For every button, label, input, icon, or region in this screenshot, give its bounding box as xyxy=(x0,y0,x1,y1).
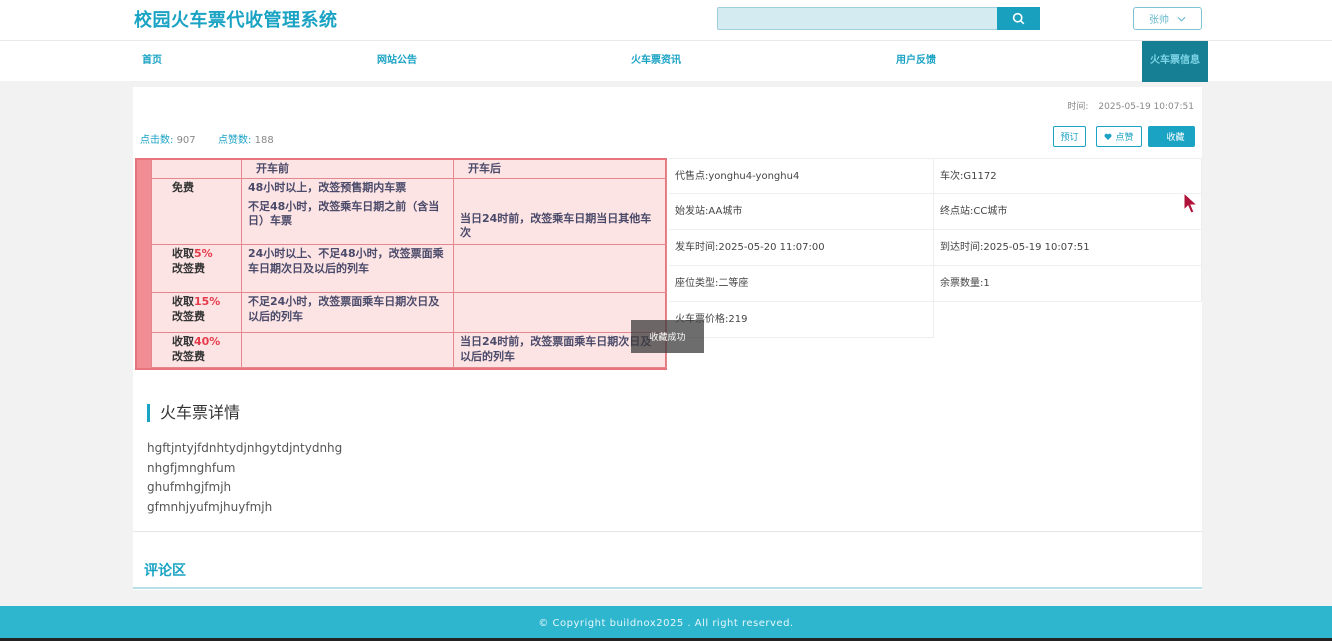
fee-15-label: 收取15% 改签费 xyxy=(151,292,242,334)
detail-line: nhgfjmnghfum xyxy=(147,460,236,475)
likes-value: 188 xyxy=(254,135,274,146)
fee-5-label: 收取5% 改签费 xyxy=(151,244,242,294)
nav-item-feedback[interactable]: 用户反馈 xyxy=(896,41,936,82)
detail-text: hgftjntyjfdnhtydjnhgytdjntydnhg nhgfjmng… xyxy=(147,439,342,517)
search-input[interactable] xyxy=(717,7,1040,30)
divider xyxy=(133,531,1202,532)
search-button[interactable] xyxy=(997,7,1040,30)
time-value: 2025-05-19 10:07:51 xyxy=(1098,102,1194,112)
ticket-image: 开车前 开车后 免费 48小时以上，改签预售期内车票 不足48小时，改签乘车日期… xyxy=(135,158,667,370)
like-label: 点赞 xyxy=(1115,133,1134,143)
book-button[interactable]: 预订 xyxy=(1053,126,1086,147)
mouse-cursor-icon xyxy=(1183,192,1199,214)
detail-line: gfmnhjyufmjhuyfmjh xyxy=(147,499,273,514)
user-menu-button[interactable]: 张帅 xyxy=(1133,7,1202,30)
info-agent: 代售点:yonghu4-yonghu4 xyxy=(669,158,934,194)
detail-line: hgftjntyjfdnhtydjnhgytdjntydnhg xyxy=(147,441,343,455)
main-nav: 首页 网站公告 火车票资讯 用户反馈 火车票信息 xyxy=(0,40,1332,82)
section-title: 火车票详情 xyxy=(147,404,240,422)
publish-time: 时间: 2025-05-19 10:07:51 xyxy=(1067,99,1194,112)
info-train-no: 车次:G1172 xyxy=(934,158,1202,194)
top-header: 校园火车票代收管理系统 张帅 xyxy=(0,0,1332,40)
toast-message: 收藏成功 xyxy=(631,320,704,353)
fee-5-after xyxy=(453,244,667,294)
fee-5-before: 24小时以上、不足48小时，改签票面乘车日期次日及以后的列车 xyxy=(241,244,454,294)
change-fee-table: 开车前 开车后 免费 48小时以上，改签预售期内车票 不足48小时，改签乘车日期… xyxy=(151,160,667,368)
info-to: 终点站:CC城市 xyxy=(934,194,1202,230)
favorite-button[interactable]: 收藏 xyxy=(1148,126,1195,147)
like-button[interactable]: 点赞 xyxy=(1096,126,1142,147)
col-after: 开车后 xyxy=(453,160,667,180)
fee-free-before-2: 不足48小时，改签乘车日期之前（含当日）车票 xyxy=(248,199,440,227)
time-label: 时间: xyxy=(1067,102,1089,112)
info-remaining: 余票数量:1 xyxy=(934,266,1202,302)
nav-item-tickets[interactable]: 火车票信息 xyxy=(1142,41,1208,82)
user-name: 张帅 xyxy=(1149,15,1169,26)
chevron-down-icon xyxy=(1177,16,1186,22)
favorite-label: 收藏 xyxy=(1166,133,1185,143)
nav-item-announcements[interactable]: 网站公告 xyxy=(377,41,417,82)
fee-free-before: 48小时以上，改签预售期内车票 不足48小时，改签乘车日期之前（含当日）车票 xyxy=(241,178,454,246)
comment-underline xyxy=(133,587,1202,589)
comment-title: 评论区 xyxy=(144,563,186,579)
image-left-bar xyxy=(137,160,151,368)
fee-free-label: 免费 xyxy=(151,178,242,246)
nav-item-news[interactable]: 火车票资讯 xyxy=(631,41,681,82)
fee-free-before-1: 48小时以上，改签预售期内车票 xyxy=(248,181,407,195)
search-icon xyxy=(1012,12,1025,25)
heart-icon xyxy=(1105,133,1112,140)
info-from: 始发站:AA城市 xyxy=(669,194,934,230)
nav-item-home[interactable]: 首页 xyxy=(142,41,162,82)
info-seat: 座位类型:二等座 xyxy=(669,266,934,302)
col-before: 开车前 xyxy=(241,160,454,180)
clicks-value: 907 xyxy=(176,135,196,146)
fee-15-before: 不足24小时，改签票面乘车日期次日及以后的列车 xyxy=(241,292,454,334)
site-title: 校园火车票代收管理系统 xyxy=(134,10,338,31)
info-arrive: 到达时间:2025-05-19 10:07:51 xyxy=(934,230,1202,266)
fee-free-after: 当日24时前，改签乘车日期当日其他车次 xyxy=(453,178,667,246)
fee-40-label: 收取40% 改签费 xyxy=(151,332,242,368)
fee-40-before xyxy=(241,332,454,368)
detail-line: ghufmhgjfmjh xyxy=(147,480,232,494)
likes-label: 点赞数: xyxy=(218,135,252,146)
clicks-label: 点击数: xyxy=(140,135,174,146)
info-price: 火车票价格:219 xyxy=(669,302,934,338)
footer: © Copyright buildnox2025 . All right res… xyxy=(0,606,1332,641)
info-depart: 发车时间:2025-05-20 11:07:00 xyxy=(669,230,934,266)
stats-row: 点击数: 907 点赞数: 188 xyxy=(140,131,274,146)
